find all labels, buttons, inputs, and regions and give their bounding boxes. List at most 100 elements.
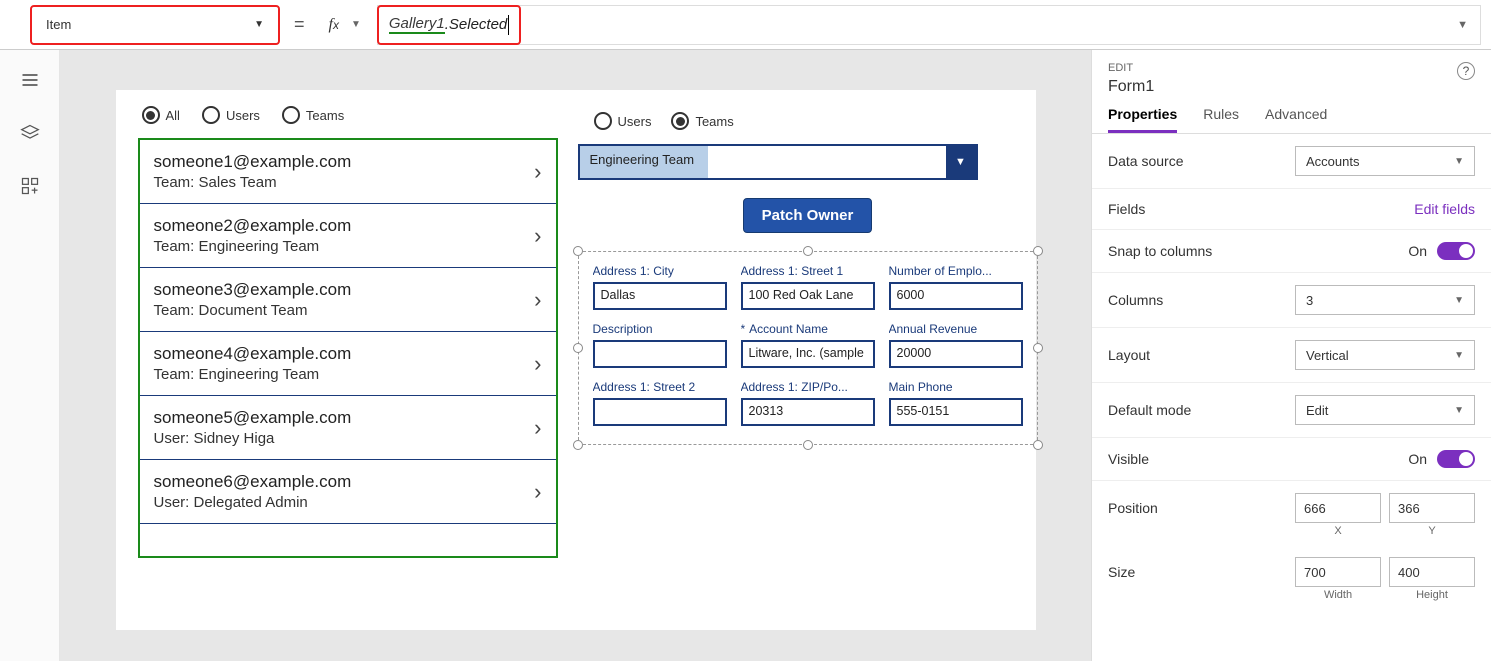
field-label: Address 1: Street 1 <box>741 264 875 278</box>
tab-rules[interactable]: Rules <box>1203 106 1239 133</box>
chevron-right-icon[interactable]: › <box>534 415 541 441</box>
field-input[interactable]: Litware, Inc. (sample <box>741 340 875 368</box>
chevron-down-icon: ▼ <box>946 146 976 178</box>
field-label: Account Name <box>741 322 875 336</box>
field-input[interactable]: 100 Red Oak Lane <box>741 282 875 310</box>
field-label: Annual Revenue <box>889 322 1023 336</box>
form-field: Description <box>593 322 727 368</box>
position-x-input[interactable]: 666 <box>1295 493 1381 523</box>
edit-fields-link[interactable]: Edit fields <box>1414 201 1475 217</box>
visible-toggle[interactable] <box>1437 450 1475 468</box>
prop-label-default-mode: Default mode <box>1108 402 1191 418</box>
layers-icon[interactable] <box>20 123 40 146</box>
app-canvas: All Users Teams someone1@example.comTeam… <box>116 90 1036 630</box>
form-control-selected[interactable]: Address 1: City Dallas Address 1: Street 1… <box>578 251 1038 445</box>
form-field: Address 1: Street 1 100 Red Oak Lane <box>741 264 875 310</box>
prop-label-columns: Columns <box>1108 292 1163 308</box>
snap-toggle[interactable] <box>1437 242 1475 260</box>
list-item[interactable]: someone2@example.comTeam: Engineering Te… <box>140 204 556 268</box>
list-item[interactable]: someone5@example.comUser: Sidney Higa› <box>140 396 556 460</box>
formula-bar: Item ▼ = fx ▼ Gallery1.Selected ▼ <box>0 0 1491 50</box>
chevron-right-icon[interactable]: › <box>534 479 541 505</box>
chevron-down-icon: ▼ <box>1454 156 1464 167</box>
chevron-down-icon: ▼ <box>254 19 264 30</box>
form-field: Annual Revenue 20000 <box>889 322 1023 368</box>
gallery-control[interactable]: someone1@example.comTeam: Sales Team› so… <box>138 138 558 558</box>
field-input[interactable] <box>593 398 727 426</box>
field-input[interactable] <box>593 340 727 368</box>
field-input[interactable]: 555-0151 <box>889 398 1023 426</box>
field-input[interactable]: 20000 <box>889 340 1023 368</box>
tab-properties[interactable]: Properties <box>1108 106 1177 133</box>
field-label: Main Phone <box>889 380 1023 394</box>
resize-handle[interactable] <box>1033 440 1043 450</box>
size-width-input[interactable]: 700 <box>1295 557 1381 587</box>
resize-handle[interactable] <box>573 246 583 256</box>
list-item[interactable]: someone1@example.comTeam: Sales Team› <box>140 140 556 204</box>
chevron-down-icon: ▼ <box>1454 295 1464 306</box>
chevron-down-icon[interactable]: ▼ <box>351 19 361 30</box>
properties-panel: EDIT Form1 ? Properties Rules Advanced D… <box>1091 50 1491 661</box>
list-item[interactable]: someone4@example.comTeam: Engineering Te… <box>140 332 556 396</box>
selected-control-name: Form1 <box>1108 78 1154 96</box>
chevron-right-icon[interactable]: › <box>534 351 541 377</box>
chevron-right-icon[interactable]: › <box>534 159 541 185</box>
formula-input[interactable]: Gallery1.Selected <box>377 5 521 45</box>
prop-label-size: Size <box>1108 564 1135 580</box>
formula-input-wrap: Gallery1.Selected ▼ <box>377 5 1481 45</box>
hamburger-icon[interactable] <box>20 70 40 93</box>
resize-handle[interactable] <box>573 343 583 353</box>
radio-teams-owner[interactable]: Teams <box>671 112 733 130</box>
chevron-right-icon[interactable]: › <box>534 223 541 249</box>
components-icon[interactable] <box>20 176 40 199</box>
position-y-input[interactable]: 366 <box>1389 493 1475 523</box>
radio-users-owner[interactable]: Users <box>594 112 652 130</box>
prop-label-fields: Fields <box>1108 201 1145 217</box>
field-label: Description <box>593 322 727 336</box>
fx-icon[interactable]: fx <box>329 16 339 34</box>
chevron-right-icon[interactable]: › <box>534 287 541 313</box>
formula-token-selected: .Selected <box>445 16 508 33</box>
chevron-down-icon: ▼ <box>1454 350 1464 361</box>
resize-handle[interactable] <box>1033 246 1043 256</box>
resize-handle[interactable] <box>1033 343 1043 353</box>
default-mode-select[interactable]: Edit▼ <box>1295 395 1475 425</box>
prop-label-layout: Layout <box>1108 347 1150 363</box>
text-cursor <box>508 15 509 35</box>
form-field: Address 1: Street 2 <box>593 380 727 426</box>
resize-handle[interactable] <box>803 440 813 450</box>
radio-teams[interactable]: Teams <box>282 106 344 124</box>
tab-advanced[interactable]: Advanced <box>1265 106 1327 133</box>
columns-select[interactable]: 3▼ <box>1295 285 1475 315</box>
field-label: Address 1: ZIP/Po... <box>741 380 875 394</box>
patch-owner-button[interactable]: Patch Owner <box>743 198 873 233</box>
chevron-down-icon[interactable]: ▼ <box>1445 19 1480 31</box>
team-dropdown[interactable]: Engineering Team ▼ <box>578 144 978 180</box>
field-label: Address 1: City <box>593 264 727 278</box>
list-item[interactable]: someone3@example.comTeam: Document Team› <box>140 268 556 332</box>
canvas-area[interactable]: All Users Teams someone1@example.comTeam… <box>60 50 1091 661</box>
dropdown-value: Engineering Team <box>580 146 946 178</box>
property-selector[interactable]: Item ▼ <box>36 17 274 32</box>
resize-handle[interactable] <box>573 440 583 450</box>
layout-select[interactable]: Vertical▼ <box>1295 340 1475 370</box>
help-icon[interactable]: ? <box>1457 62 1475 80</box>
chevron-down-icon: ▼ <box>1454 405 1464 416</box>
size-height-input[interactable]: 400 <box>1389 557 1475 587</box>
field-input[interactable]: 20313 <box>741 398 875 426</box>
form-field: Address 1: City Dallas <box>593 264 727 310</box>
form-field: Main Phone 555-0151 <box>889 380 1023 426</box>
prop-label-position: Position <box>1108 500 1158 516</box>
form-field: Address 1: ZIP/Po... 20313 <box>741 380 875 426</box>
datasource-select[interactable]: Accounts▼ <box>1295 146 1475 176</box>
resize-handle[interactable] <box>803 246 813 256</box>
radio-users[interactable]: Users <box>202 106 260 124</box>
formula-token-gallery: Gallery1 <box>389 15 445 34</box>
property-name: Item <box>46 17 71 32</box>
panel-tabs: Properties Rules Advanced <box>1092 100 1491 134</box>
field-input[interactable]: 6000 <box>889 282 1023 310</box>
field-input[interactable]: Dallas <box>593 282 727 310</box>
radio-all[interactable]: All <box>142 106 180 124</box>
list-item[interactable]: someone6@example.comUser: Delegated Admi… <box>140 460 556 524</box>
prop-label-datasource: Data source <box>1108 153 1183 169</box>
